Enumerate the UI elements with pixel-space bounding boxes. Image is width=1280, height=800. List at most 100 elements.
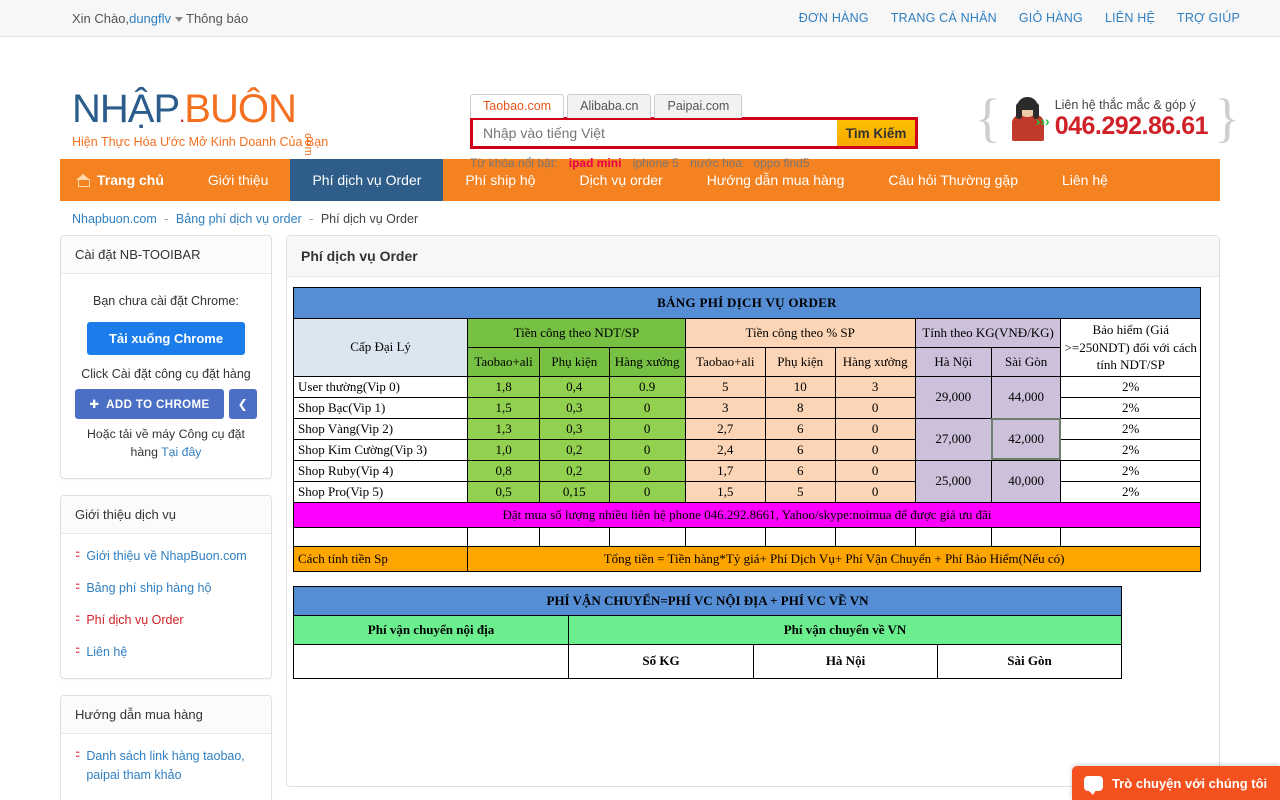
- add-to-chrome-label: ADD TO CHROME: [106, 399, 210, 411]
- download-chrome-button[interactable]: Tải xuống Chrome: [86, 322, 246, 355]
- cell-ndt-hangxuong: 0: [608, 459, 686, 482]
- chevron-down-icon[interactable]: [175, 16, 184, 22]
- top-link-profile[interactable]: TRANG CÁ NHÂN: [891, 11, 997, 25]
- logo-com-suffix: com: [301, 133, 314, 157]
- toolbar-panel: Cài đặt NB-TOOIBAR Bạn chưa cài đặt Chro…: [60, 235, 272, 479]
- subheader-kg-hanoi: Hà Nội: [914, 346, 992, 377]
- shipping-col-domestic: Phí vận chuyển nội địa: [293, 614, 569, 645]
- cell-kg-hanoi-g2: 27,000: [914, 417, 992, 461]
- nav-item-phi-dich-vu-order[interactable]: Phí dịch vụ Order: [290, 159, 444, 201]
- sidebar-item-bang-phi-ship[interactable]: Bảng phí ship hàng hộ: [86, 579, 211, 597]
- add-to-chrome-button[interactable]: ✚ ADD TO CHROME: [75, 389, 224, 419]
- service-link-list: :: Giới thiệu về NhapBuon.com :: Bảng phí …: [61, 534, 271, 679]
- share-icon[interactable]: ❮: [228, 389, 257, 419]
- cell-ndt-hangxuong: 0: [608, 396, 686, 419]
- breadcrumb-mid[interactable]: Bảng phí dịch vụ order: [176, 212, 302, 226]
- table-row: Cách tính tiền Sp Tổng tiền = Tiền hàng*…: [292, 545, 1201, 572]
- cell-pct-phukien: 10: [764, 375, 836, 398]
- cell-pct-hangxuong: 0: [834, 459, 916, 482]
- hotline-question: Liên hệ thắc mắc & góp ý: [1054, 97, 1196, 112]
- greeting-block: Xin Chào, dungflv Thông báo: [72, 11, 248, 26]
- cell-ndt-taobao: 1,0: [467, 438, 540, 461]
- top-link-help[interactable]: TRỢ GIÚP: [1177, 11, 1240, 25]
- nav-item-lien-he[interactable]: Liên hệ: [1040, 159, 1130, 201]
- table-row: Shop Kim Cường(Vip 3) 1,0 0,2 0 2,4 6 0 …: [292, 438, 1201, 461]
- service-panel: Giới thiệu dịch vụ :: Giới thiệu về NhapB…: [60, 494, 272, 680]
- username-link[interactable]: dungflv: [129, 11, 171, 26]
- cell-kg-saigon-g1: 44,000: [990, 375, 1062, 419]
- table-row: Đặt mua số lượng nhiều liên hệ phone 046…: [293, 501, 1201, 528]
- cell-ndt-taobao: 1,5: [467, 396, 540, 419]
- promo-row: Đặt mua số lượng nhiều liên hệ phone 046…: [293, 501, 1201, 528]
- list-item[interactable]: :: Danh sách link hàng taobao, paipai tha…: [75, 740, 257, 790]
- blank-cell: [914, 526, 992, 547]
- list-item[interactable]: :: Liên hệ: [75, 636, 257, 668]
- search-tab-alibaba[interactable]: Alibaba.cn: [567, 94, 652, 118]
- support-agent-icon: ›››: [1007, 97, 1050, 141]
- cell-insurance: 2%: [1060, 417, 1201, 440]
- table-row: Cấp Đại Lý Tiền công theo NDT/SP Tiền cô…: [292, 318, 1201, 377]
- list-item[interactable]: :: Phí dịch vụ Order: [75, 604, 257, 636]
- top-link-cart[interactable]: GIỎ HÀNG: [1019, 11, 1083, 25]
- sidebar-item-lien-he[interactable]: Liên hệ: [86, 643, 127, 661]
- search-tab-paipai[interactable]: Paipai.com: [654, 94, 743, 118]
- logo-slogan: Hiện Thực Hóa Ước Mở Kinh Doanh Của Bạn: [72, 135, 329, 149]
- guide-panel: Hướng dẫn mua hàng :: Danh sách link hàng…: [60, 695, 272, 800]
- blank-cell: [538, 526, 610, 547]
- hot-keyword-nuoc-hoa[interactable]: nước hoa: [690, 156, 742, 170]
- cell-insurance: 2%: [1060, 375, 1201, 398]
- search-tab-taobao[interactable]: Taobao.com: [470, 94, 565, 118]
- table-row: Shop Vàng(Vip 2) 1,3 0,3 0 2,7 6 0 27,00…: [292, 417, 1201, 461]
- hotline-phone: 046.292.86.61: [1054, 111, 1209, 140]
- shipping-table-title: PHÍ VẬN CHUYỂN=PHÍ VC NỘI ĐỊA + PHÍ VC V…: [292, 585, 1123, 616]
- search-button[interactable]: Tìm Kiếm: [837, 120, 915, 146]
- hot-keyword-oppo-find5[interactable]: oppo find5: [753, 156, 809, 170]
- logo[interactable]: NHẬP.BUÔNcom Hiện Thực Hóa Ước Mở Kinh D…: [72, 37, 329, 157]
- page-body: Cài đặt NB-TOOIBAR Bạn chưa cài đặt Chro…: [60, 235, 1220, 800]
- table-row: PHÍ VẬN CHUYỂN=PHÍ VC NỘI ĐỊA + PHÍ VC V…: [292, 585, 1123, 616]
- header-bao-hiem: Bảo hiểm (Giá >=250NDT) đối với cách tín…: [1060, 318, 1201, 377]
- logo-part-1: NHẬP: [72, 87, 180, 131]
- brace-right-decoration: }: [1214, 88, 1240, 149]
- breadcrumb-current: Phí dịch vụ Order: [320, 212, 419, 226]
- row-label-vip1: Shop Bạc(Vip 1): [292, 396, 469, 419]
- table-row: Số KG Hà Nội Sài Gòn: [293, 643, 1123, 679]
- cell-kg-saigon-g2[interactable]: 42,000: [990, 417, 1062, 461]
- cell-pct-hangxuong: 0: [834, 417, 916, 440]
- toolbar-download-link[interactable]: Tại đây: [161, 445, 201, 459]
- cell-ndt-taobao: 0,8: [467, 459, 540, 482]
- sidebar-item-phi-dich-vu-order[interactable]: Phí dịch vụ Order: [86, 611, 183, 629]
- cell-pct-phukien: 6: [764, 459, 836, 482]
- subheader-ndt-hangxuong: Hàng xưởng: [608, 346, 686, 377]
- content-panel: Phí dịch vụ Order BẢNG PHÍ DỊCH VỤ ORDER…: [286, 235, 1220, 787]
- header-tinh-theo-kg: Tính theo KG(VNĐ/KG): [914, 318, 1062, 348]
- hot-keyword-ipad-mini[interactable]: ipad mini: [569, 156, 622, 170]
- chat-widget-label: Trò chuyện với chúng tôi: [1112, 775, 1268, 791]
- content-body: BẢNG PHÍ DỊCH VỤ ORDER Cấp Đại Lý Tiền c…: [287, 277, 1219, 679]
- list-item[interactable]: ::Nạp tiền vào ví điện tử: [75, 791, 257, 800]
- cell-pct-taobao: 2,4: [684, 438, 766, 461]
- fee-table: BẢNG PHÍ DỊCH VỤ ORDER Cấp Đại Lý Tiền c…: [292, 287, 1201, 572]
- row-label-vip5: Shop Pro(Vip 5): [292, 480, 469, 503]
- cell-ndt-taobao: 1,3: [467, 417, 540, 440]
- table-row: Shop Ruby(Vip 4) 0,8 0,2 0 1,7 6 0 25,00…: [292, 459, 1201, 503]
- cell-pct-taobao: 1,5: [684, 480, 766, 503]
- nav-item-gioi-thieu[interactable]: Giới thiệu: [186, 159, 291, 201]
- notifications-link[interactable]: Thông báo: [186, 11, 248, 26]
- greeting-text: Xin Chào,: [72, 10, 130, 26]
- list-item[interactable]: :: Giới thiệu về NhapBuon.com: [75, 540, 257, 572]
- nav-item-trang-chu[interactable]: Trang chủ: [60, 159, 186, 201]
- formula-text: Tổng tiền = Tiền hàng*Tỷ giá+ Phí Dịch V…: [467, 545, 1201, 572]
- list-item[interactable]: :: Bảng phí ship hàng hộ: [75, 572, 257, 604]
- chat-bubble-icon: [1084, 775, 1103, 795]
- table-row: Phí vận chuyển nội địa Phí vận chuyển về…: [293, 614, 1123, 645]
- sidebar-item-danh-sach-link[interactable]: Danh sách link hàng taobao, paipai tham …: [86, 747, 257, 783]
- hot-keyword-iphone-5[interactable]: iphone 5: [633, 156, 679, 170]
- top-link-contact[interactable]: LIÊN HỆ: [1105, 11, 1155, 25]
- chat-widget-button[interactable]: Trò chuyện với chúng tôi: [1072, 766, 1280, 800]
- search-input[interactable]: [473, 120, 837, 146]
- breadcrumb-separator-1: -: [164, 212, 169, 226]
- breadcrumb-root[interactable]: Nhapbuon.com: [72, 212, 157, 226]
- sidebar-item-gioi-thieu[interactable]: Giới thiệu về NhapBuon.com: [86, 547, 246, 565]
- top-link-orders[interactable]: ĐƠN HÀNG: [799, 11, 869, 25]
